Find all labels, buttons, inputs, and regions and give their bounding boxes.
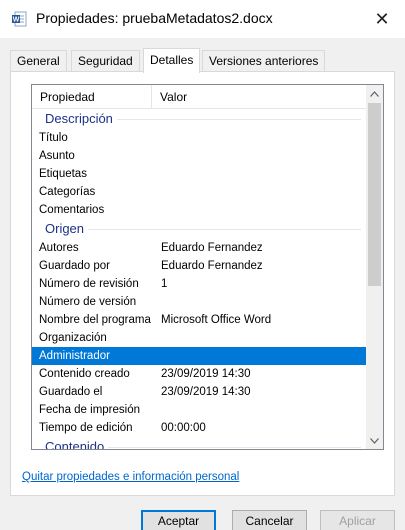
list-item[interactable]: Contenido creado 23/09/2019 14:30 <box>32 365 367 383</box>
property-name: Tiempo de edición <box>39 422 133 434</box>
group-label: Origen <box>45 220 89 238</box>
property-value: Eduardo Fernandez <box>161 260 263 272</box>
group-label: Descripción <box>45 110 117 128</box>
list-item[interactable]: Organización <box>32 329 367 347</box>
scroll-up-button[interactable] <box>366 85 383 102</box>
column-header-value[interactable]: Valor <box>152 85 367 109</box>
group-header-descripcion: Descripción <box>32 109 367 129</box>
vertical-scrollbar[interactable] <box>366 85 383 449</box>
tab-strip: General Seguridad Detalles Versiones ant… <box>10 48 395 73</box>
apply-button[interactable]: Aplicar <box>320 510 395 530</box>
list-item[interactable]: Número de versión <box>32 293 367 311</box>
chevron-up-icon <box>370 90 379 97</box>
list-item[interactable]: Tiempo de edición 00:00:00 <box>32 419 367 437</box>
word-document-icon: W <box>12 11 27 27</box>
tab-seguridad[interactable]: Seguridad <box>71 50 140 72</box>
property-name: Guardado el <box>39 386 103 398</box>
tab-general[interactable]: General <box>10 50 67 72</box>
group-header-contenido: Contenido <box>32 437 367 449</box>
property-value: 1 <box>161 278 168 290</box>
list-rows: Descripción Título Asunto Etiquetas Cate… <box>32 109 367 449</box>
list-item[interactable]: Guardado por Eduardo Fernandez <box>32 257 367 275</box>
window-title: Propiedades: pruebaMetadatos2.docx <box>36 10 273 26</box>
accept-button[interactable]: Aceptar <box>141 510 216 530</box>
scroll-down-button[interactable] <box>366 432 383 449</box>
close-button[interactable]: ✕ <box>359 0 405 38</box>
property-value: Microsoft Office Word <box>161 314 272 326</box>
property-name: Número de versión <box>39 296 137 308</box>
svg-text:W: W <box>13 17 20 24</box>
property-name: Nombre del programa <box>39 314 151 326</box>
property-name: Guardado por <box>39 260 110 272</box>
list-item[interactable]: Categorías <box>32 183 367 201</box>
property-name: Número de revisión <box>39 278 139 290</box>
cancel-button[interactable]: Cancelar <box>232 510 307 530</box>
property-name: Asunto <box>39 150 75 162</box>
list-item[interactable]: Asunto <box>32 147 367 165</box>
list-item[interactable]: Título <box>32 129 367 147</box>
list-item[interactable]: Autores Eduardo Fernandez <box>32 239 367 257</box>
property-name: Título <box>39 132 68 144</box>
properties-list[interactable]: Propiedad Valor Descripción Título Asunt… <box>31 84 384 450</box>
property-value: 23/09/2019 14:30 <box>161 368 251 380</box>
group-label: Contenido <box>45 438 109 449</box>
group-divider <box>45 229 361 230</box>
property-name: Fecha de impresión <box>39 404 140 416</box>
group-header-origen: Origen <box>32 219 367 239</box>
list-item[interactable]: Número de revisión 1 <box>32 275 367 293</box>
property-value: 00:00:00 <box>161 422 206 434</box>
property-name: Autores <box>39 242 79 254</box>
column-header-property[interactable]: Propiedad <box>32 85 152 109</box>
property-name: Categorías <box>39 186 96 198</box>
property-name: Administrador <box>39 350 110 362</box>
list-item[interactable]: Comentarios <box>32 201 367 219</box>
list-item[interactable]: Guardado el 23/09/2019 14:30 <box>32 383 367 401</box>
property-name: Etiquetas <box>39 168 87 180</box>
scrollbar-thumb[interactable] <box>368 103 381 286</box>
tab-versiones-anteriores[interactable]: Versiones anteriores <box>202 50 326 72</box>
list-item[interactable]: Fecha de impresión <box>32 401 367 419</box>
tab-detalles[interactable]: Detalles <box>143 48 201 73</box>
property-name: Organización <box>39 332 107 344</box>
list-header: Propiedad Valor <box>32 85 367 109</box>
title-bar: W Propiedades: pruebaMetadatos2.docx ✕ <box>0 0 405 38</box>
remove-properties-link[interactable]: Quitar propiedades e información persona… <box>22 471 239 483</box>
details-panel: Propiedad Valor Descripción Título Asunt… <box>10 71 395 496</box>
dialog-body: General Seguridad Detalles Versiones ant… <box>0 38 405 530</box>
chevron-down-icon <box>370 437 379 444</box>
property-name: Comentarios <box>39 204 105 216</box>
list-item[interactable]: Etiquetas <box>32 165 367 183</box>
close-icon: ✕ <box>374 8 390 29</box>
property-value: 23/09/2019 14:30 <box>161 386 251 398</box>
list-item[interactable]: Nombre del programa Microsoft Office Word <box>32 311 367 329</box>
property-value: Eduardo Fernandez <box>161 242 263 254</box>
list-item-selected[interactable]: Administrador <box>32 347 367 365</box>
property-name: Contenido creado <box>39 368 130 380</box>
